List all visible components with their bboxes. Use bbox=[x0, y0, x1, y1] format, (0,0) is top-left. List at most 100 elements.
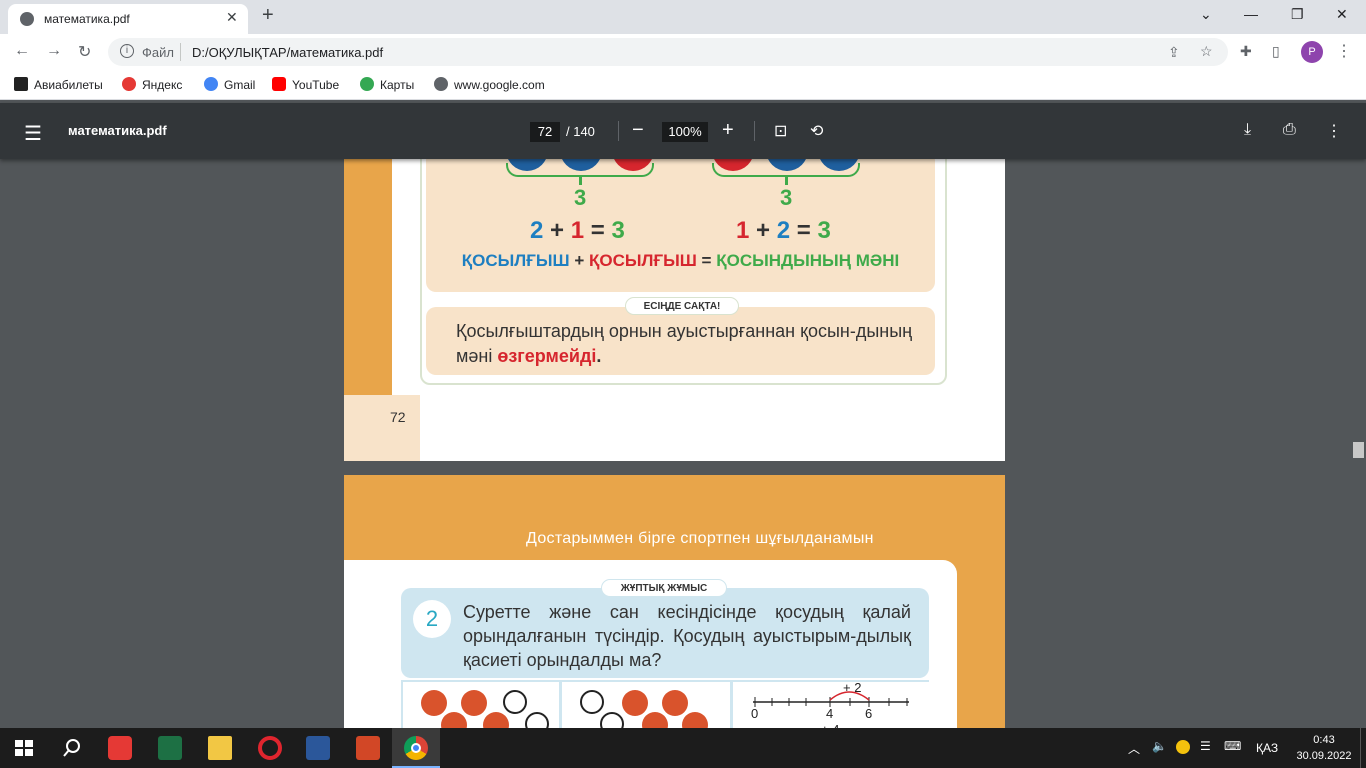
basketball-icon bbox=[483, 712, 509, 728]
tab-strip: математика.pdf ✕ + ⌄ — ❐ ✕ bbox=[0, 0, 1366, 34]
forward-arrow-icon[interactable]: → bbox=[46, 42, 62, 60]
system-clock[interactable]: 0:43 30.09.2022 bbox=[1294, 732, 1354, 764]
page-number-input[interactable]: 72 bbox=[530, 122, 560, 142]
task-text: Суретте және сан кесіндісінде қосудың қа… bbox=[463, 602, 911, 670]
tick-label: 4 bbox=[826, 706, 834, 721]
network-icon[interactable] bbox=[1176, 740, 1190, 754]
profile-avatar[interactable]: P bbox=[1301, 41, 1323, 63]
url-scheme: Файл bbox=[142, 45, 174, 60]
youtube-icon bbox=[272, 77, 286, 91]
word-icon[interactable] bbox=[306, 736, 330, 760]
extensions-puzzle-icon[interactable]: ✚ bbox=[1240, 43, 1252, 60]
tick-label: 6 bbox=[865, 706, 873, 721]
fit-page-icon[interactable]: ⊡ bbox=[774, 121, 787, 141]
zoom-input[interactable]: 100% bbox=[662, 122, 708, 142]
zoom-out-button[interactable]: − bbox=[632, 119, 644, 142]
bookmarks-bar: Авиабилеты Яндекс Gmail YouTube Карты ww… bbox=[0, 70, 1366, 100]
bookmark-yandex[interactable]: Яндекс bbox=[122, 77, 182, 92]
basketball-icon bbox=[682, 712, 708, 728]
page-side-band bbox=[344, 159, 392, 395]
zoom-in-button[interactable]: + bbox=[722, 119, 734, 142]
basketball-icon bbox=[662, 690, 688, 716]
pdf-filename: математика.pdf bbox=[68, 123, 167, 138]
excel-icon[interactable] bbox=[158, 736, 182, 760]
balls-picture-1 bbox=[403, 682, 559, 728]
tray-chevron-icon[interactable]: ︿ bbox=[1128, 740, 1140, 757]
number-line-picture: + 2 0 4 6 + 4 bbox=[733, 680, 929, 728]
hamburger-menu-icon[interactable]: ☰ bbox=[24, 121, 42, 146]
file-explorer-icon[interactable] bbox=[208, 736, 232, 760]
print-icon[interactable]: ⎙ bbox=[1283, 121, 1296, 139]
example-box: 3 3 2 + 1 = 3 1 + 2 = 3 ҚОСЫЛҒЫШ + ҚОСЫЛ… bbox=[426, 159, 935, 292]
close-window-button[interactable]: ✕ bbox=[1336, 6, 1348, 23]
opera-icon[interactable] bbox=[258, 736, 282, 760]
content-panel: ЖҰПТЫҚ ЖҰМЫС 2 Суретте және сан кесіндіс… bbox=[344, 560, 957, 728]
basketball-icon bbox=[441, 712, 467, 728]
download-icon[interactable]: ⤓ bbox=[1244, 121, 1251, 139]
chrome-menu-icon[interactable]: ⋮ bbox=[1336, 41, 1352, 61]
minimize-button[interactable]: — bbox=[1244, 6, 1258, 22]
soccer-ball-icon bbox=[503, 690, 527, 714]
toolbar-divider bbox=[754, 121, 755, 141]
bookmark-youtube[interactable]: YouTube bbox=[272, 77, 339, 92]
side-panel-icon[interactable]: ▯ bbox=[1272, 43, 1280, 60]
pdf-page-73: Достарыммен бірге спортпен шұғылданамын … bbox=[344, 475, 1005, 728]
back-arrow-icon[interactable]: ← bbox=[14, 42, 30, 60]
google-icon bbox=[204, 77, 218, 91]
tab-search-icon[interactable]: ⌄ bbox=[1200, 6, 1212, 23]
task-number: 2 bbox=[413, 600, 451, 638]
page-total: / 140 bbox=[566, 124, 595, 139]
rule-text: Қосылғыштардың орнын ауыстырғаннан қосын… bbox=[456, 321, 913, 366]
clock-date: 30.09.2022 bbox=[1296, 750, 1352, 762]
search-icon[interactable] bbox=[60, 736, 84, 760]
reload-icon[interactable]: ↻ bbox=[78, 42, 91, 62]
powerpoint-icon[interactable] bbox=[356, 736, 380, 760]
scrollbar-thumb[interactable] bbox=[1353, 442, 1364, 458]
maps-pin-icon bbox=[360, 77, 374, 91]
bookmark-maps[interactable]: Карты bbox=[360, 77, 414, 92]
soccer-ball-icon bbox=[600, 712, 624, 728]
new-tab-button[interactable]: + bbox=[262, 4, 274, 27]
url-text[interactable]: D:/ОҚУЛЫҚТАР/математика.pdf bbox=[192, 45, 383, 60]
toolbar-divider bbox=[618, 121, 619, 141]
basketball-icon bbox=[642, 712, 668, 728]
bookmark-google[interactable]: www.google.com bbox=[434, 77, 545, 92]
viewer-scrollbar[interactable] bbox=[1351, 159, 1366, 727]
tab-active[interactable]: математика.pdf ✕ bbox=[8, 4, 248, 34]
bookmark-aviabilety[interactable]: Авиабилеты bbox=[14, 77, 103, 92]
rotate-icon[interactable]: ⟲ bbox=[810, 121, 823, 141]
keyboard-icon[interactable]: ⌨ bbox=[1224, 739, 1241, 753]
globe-icon bbox=[434, 77, 448, 91]
globe-icon bbox=[20, 12, 34, 26]
brace-tip bbox=[785, 177, 788, 185]
address-bar[interactable]: i Файл D:/ОҚУЛЫҚТАР/математика.pdf ⇪ ☆ bbox=[108, 38, 1228, 66]
basketball-icon bbox=[461, 690, 487, 716]
grouping-brace bbox=[506, 163, 654, 177]
equation-left: 2 + 1 = 3 bbox=[530, 217, 625, 244]
bookmark-star-icon[interactable]: ☆ bbox=[1200, 43, 1213, 60]
notification-icon[interactable]: ☰ bbox=[1200, 739, 1211, 753]
soccer-ball-icon bbox=[580, 690, 604, 714]
remember-badge: ЕСІҢДЕ САҚТА! bbox=[625, 297, 739, 315]
tab-title: математика.pdf bbox=[44, 12, 130, 26]
info-icon[interactable]: i bbox=[120, 44, 134, 58]
pdf-toolbar: ☰ математика.pdf 72 / 140 − 100% + ⊡ ⟲ ⤓… bbox=[0, 103, 1366, 159]
windows-start-icon[interactable] bbox=[12, 736, 36, 760]
sum-right: 3 bbox=[780, 185, 793, 210]
bookmark-gmail[interactable]: Gmail bbox=[204, 77, 255, 92]
url-divider bbox=[180, 43, 181, 61]
share-icon[interactable]: ⇪ bbox=[1168, 44, 1180, 61]
volume-icon[interactable]: 🔈 bbox=[1152, 739, 1167, 753]
maximize-button[interactable]: ❐ bbox=[1291, 6, 1304, 23]
show-desktop-button[interactable] bbox=[1360, 728, 1366, 768]
chrome-icon bbox=[404, 736, 428, 760]
yandex-icon bbox=[122, 77, 136, 91]
chrome-taskbar-active[interactable] bbox=[392, 728, 440, 768]
browser-toolbar: ← → ↻ i Файл D:/ОҚУЛЫҚТАР/математика.pdf… bbox=[0, 34, 1366, 70]
more-options-icon[interactable]: ⋮ bbox=[1326, 121, 1342, 141]
equation-right: 1 + 2 = 3 bbox=[736, 217, 831, 244]
language-indicator[interactable]: ҚАЗ bbox=[1256, 741, 1278, 755]
rule-box: Қосылғыштардың орнын ауыстырғаннан қосын… bbox=[426, 307, 935, 375]
tab-close-button[interactable]: ✕ bbox=[226, 9, 238, 26]
yandex-browser-icon[interactable] bbox=[108, 736, 132, 760]
